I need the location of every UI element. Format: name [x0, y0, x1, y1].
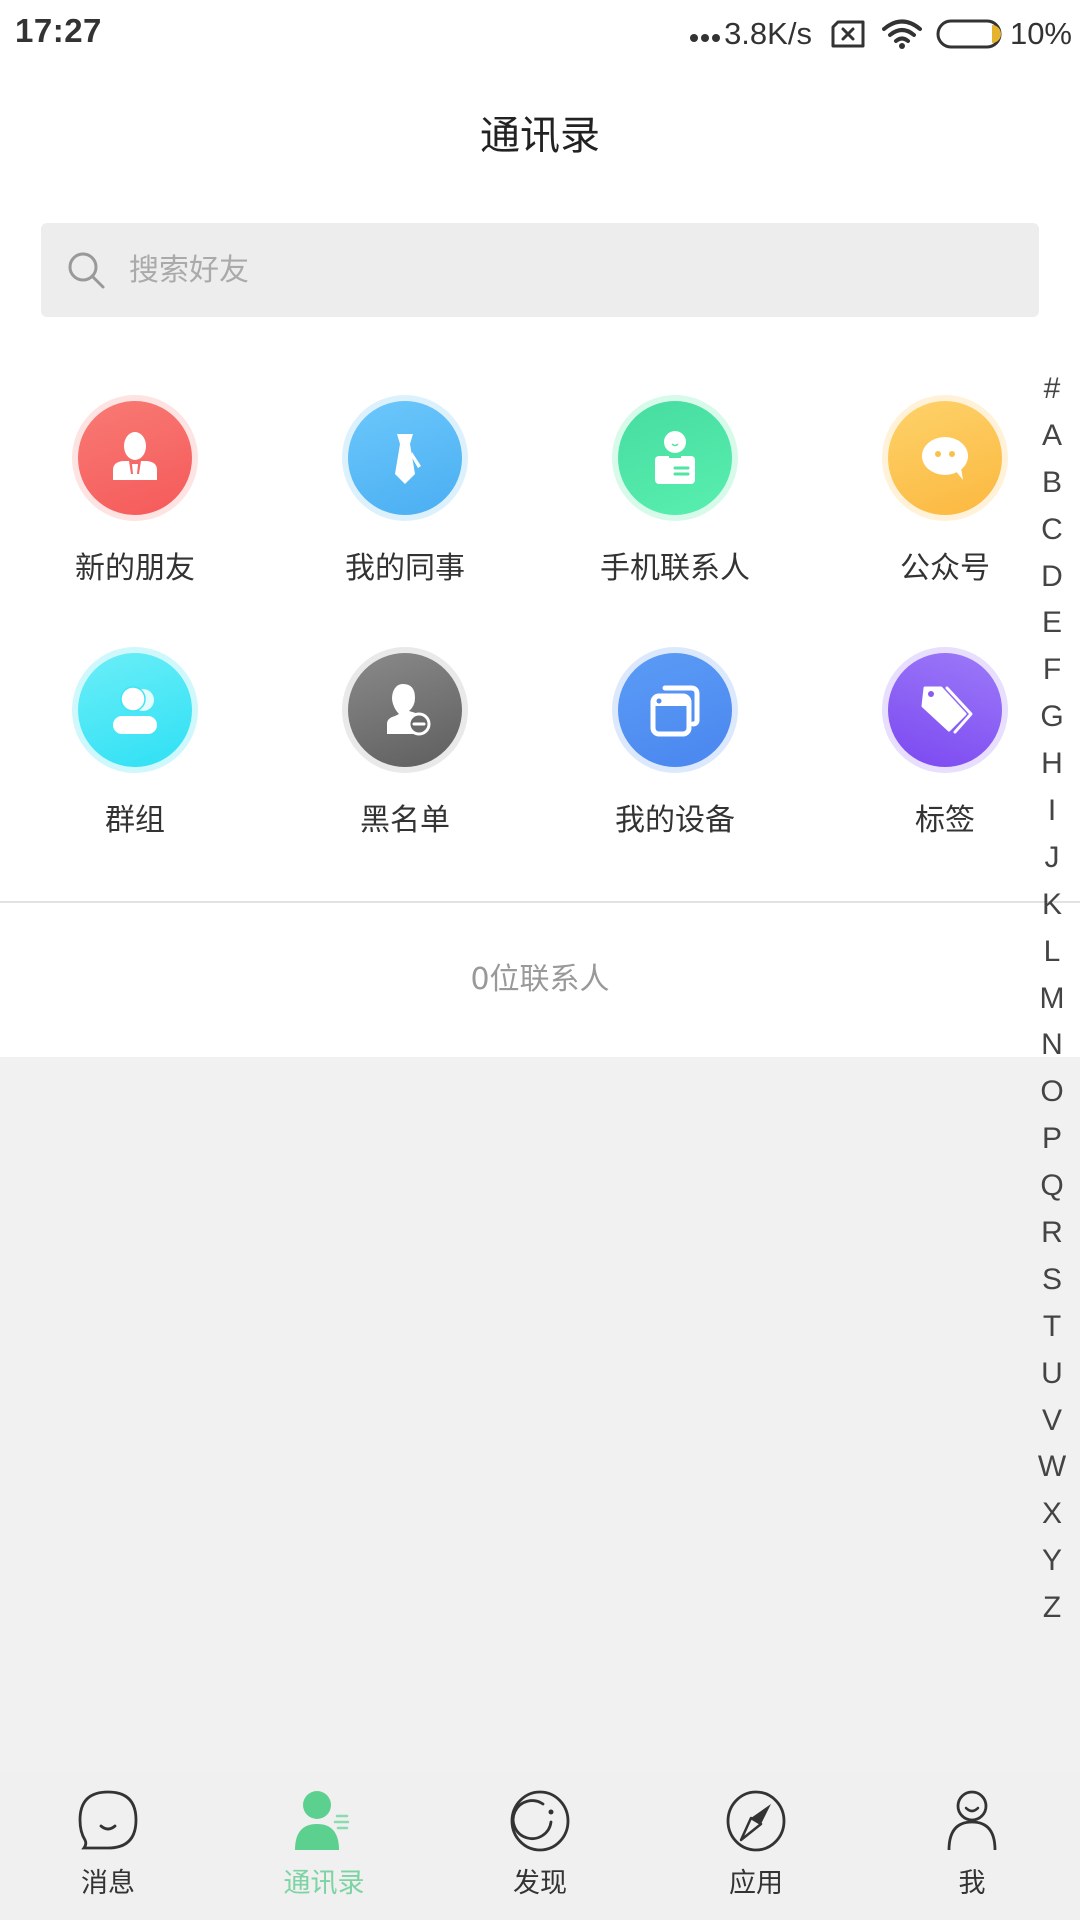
entry-blacklist[interactable]: 黑名单 — [270, 647, 540, 867]
index-letter[interactable]: L — [1032, 929, 1072, 976]
index-letter[interactable]: Q — [1032, 1163, 1072, 1210]
nav-item-apps[interactable]: 应用 — [648, 1772, 864, 1920]
index-letter[interactable]: I — [1032, 788, 1072, 835]
compass-icon — [726, 1790, 786, 1852]
battery-icon — [936, 19, 1002, 49]
nav-label: 应用 — [729, 1868, 783, 1899]
index-letter[interactable]: M — [1032, 976, 1072, 1023]
index-letter[interactable]: X — [1032, 1491, 1072, 1538]
index-letter[interactable]: T — [1032, 1304, 1072, 1351]
index-letter[interactable]: G — [1032, 694, 1072, 741]
new-friend-icon — [72, 395, 198, 521]
index-letter[interactable]: C — [1032, 507, 1072, 554]
contact-count: 0位联系人 — [470, 962, 610, 997]
index-letter[interactable]: S — [1032, 1257, 1072, 1304]
nav-item-me[interactable]: 我 — [864, 1772, 1080, 1920]
index-letter[interactable]: A — [1032, 413, 1072, 460]
nav-item-messages[interactable]: 消息 — [0, 1772, 216, 1920]
entry-colleagues[interactable]: 我的同事 — [270, 395, 540, 615]
entry-label: 手机联系人 — [600, 551, 750, 586]
index-letter[interactable]: J — [1032, 835, 1072, 882]
nav-label: 消息 — [81, 1868, 135, 1899]
bottom-nav: 消息 通讯录 发现 应用 我 — [0, 1772, 1080, 1920]
signal-dots-icon — [690, 20, 721, 48]
divider — [0, 901, 1080, 903]
entry-label: 我的同事 — [345, 551, 465, 586]
nav-label: 我 — [958, 1868, 986, 1899]
search-bar[interactable] — [41, 223, 1039, 317]
nav-item-discover[interactable]: 发现 — [432, 1772, 648, 1920]
wifi-icon — [881, 19, 922, 49]
status-icons: 3.8K/s 10% — [690, 14, 1072, 54]
index-letter[interactable]: Z — [1032, 1585, 1072, 1632]
index-letter[interactable]: W — [1032, 1444, 1072, 1491]
message-bubble-icon — [78, 1790, 138, 1850]
entry-label: 我的设备 — [615, 803, 735, 838]
nav-label: 发现 — [513, 1868, 567, 1899]
entry-label: 群组 — [105, 803, 165, 838]
index-letter[interactable]: # — [1032, 366, 1072, 413]
network-speed: 3.8K/s — [724, 16, 812, 51]
tags-icon — [882, 647, 1008, 773]
index-letter[interactable]: O — [1032, 1069, 1072, 1116]
index-letter[interactable]: F — [1032, 647, 1072, 694]
status-time: 17:27 — [15, 12, 102, 49]
index-letter[interactable]: H — [1032, 741, 1072, 788]
index-letter[interactable]: K — [1032, 882, 1072, 929]
search-icon — [68, 252, 105, 289]
battery-percent: 10% — [1009, 16, 1072, 51]
entry-new-friends[interactable]: 新的朋友 — [0, 395, 270, 615]
phone-contacts-icon — [612, 395, 738, 521]
entry-phone-contacts[interactable]: 手机联系人 — [540, 395, 810, 615]
entry-label: 公众号 — [900, 551, 990, 586]
contacts-icon — [295, 1791, 350, 1850]
index-letter[interactable]: B — [1032, 460, 1072, 507]
profile-icon — [947, 1790, 997, 1851]
entry-label: 新的朋友 — [75, 551, 195, 586]
official-account-chat-icon — [882, 395, 1008, 521]
blacklist-user-minus-icon — [342, 647, 468, 773]
index-letter[interactable]: D — [1032, 554, 1072, 601]
entry-my-devices[interactable]: 我的设备 — [540, 647, 810, 867]
nav-label: 通讯录 — [283, 1868, 365, 1899]
index-letter[interactable]: E — [1032, 600, 1072, 647]
index-letter[interactable]: U — [1032, 1351, 1072, 1398]
status-bar: 17:27 3.8K/s 10% — [0, 0, 1080, 66]
discover-icon — [510, 1790, 570, 1852]
devices-icon — [612, 647, 738, 773]
index-letter[interactable]: Y — [1032, 1538, 1072, 1585]
alphabet-index[interactable]: # A B C D E F G H I J K L M N O P Q R S T U V W X Y Z — [1032, 366, 1072, 1632]
search-input[interactable] — [129, 252, 929, 288]
entry-label: 黑名单 — [360, 803, 450, 838]
index-letter[interactable]: R — [1032, 1210, 1072, 1257]
index-letter[interactable]: V — [1032, 1398, 1072, 1445]
entry-groups[interactable]: 群组 — [0, 647, 270, 867]
no-sim-icon — [831, 20, 865, 48]
index-letter[interactable]: N — [1032, 1022, 1072, 1069]
index-letter[interactable]: P — [1032, 1116, 1072, 1163]
nav-item-contacts[interactable]: 通讯录 — [216, 1772, 432, 1920]
group-icon — [72, 647, 198, 773]
entry-label: 标签 — [915, 803, 975, 838]
colleague-tie-icon — [342, 395, 468, 521]
page-title: 通讯录 — [480, 113, 600, 159]
